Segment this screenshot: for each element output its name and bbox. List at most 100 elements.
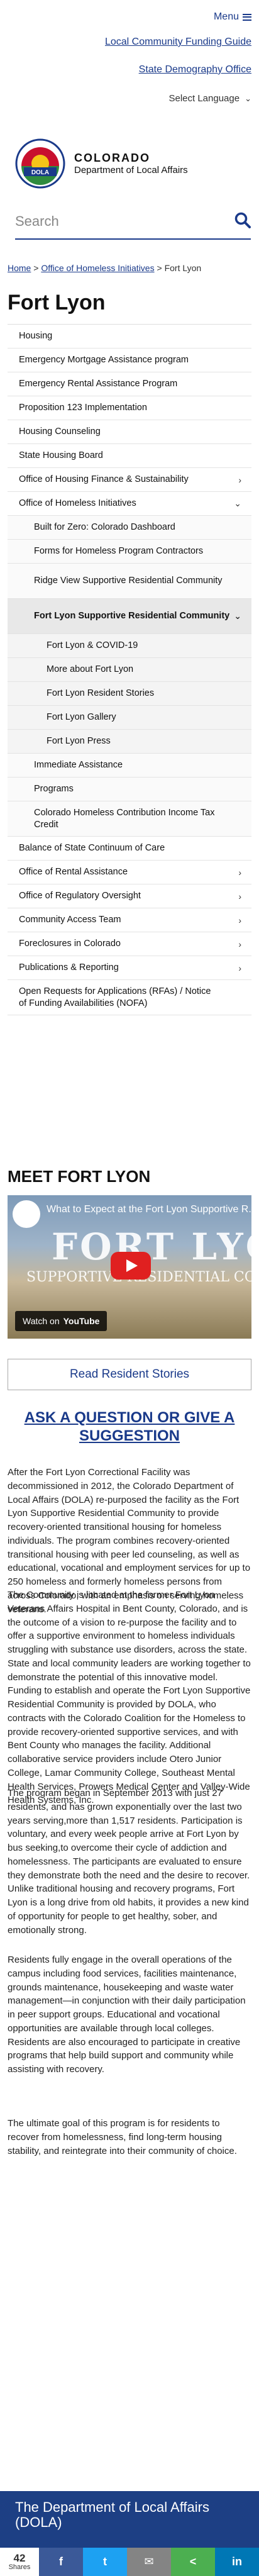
nav-item-state-housing-board[interactable]: State Housing Board xyxy=(8,444,251,468)
nav-item-label: Forms for Homeless Program Contractors xyxy=(34,546,204,557)
body-paragraph: The program began in September 2013 with… xyxy=(8,1788,250,1936)
twitter-share-button[interactable]: t xyxy=(83,2548,127,2576)
channel-logo-icon xyxy=(13,1200,40,1228)
nav-item-label: Programs xyxy=(34,784,74,795)
link-local-community-funding-guide[interactable]: Local Community Funding Guide xyxy=(105,36,251,48)
nav-item-office-of-housing-finance-sustainability[interactable]: Office of Housing Finance & Sustainabili… xyxy=(8,468,251,492)
section-navigation: Housing Emergency Mortgage Assistance pro… xyxy=(8,324,251,1015)
facebook-share-button[interactable]: f xyxy=(39,2548,83,2576)
nav-item-label: Fort Lyon Resident Stories xyxy=(47,688,155,699)
nav-item-fort-lyon-press[interactable]: Fort Lyon Press xyxy=(8,730,251,754)
footer-title: The Department of Local Affairs (DOLA) xyxy=(15,2499,209,2531)
logo-dept: Department of Local Affairs xyxy=(74,164,188,176)
nav-item-fort-lyon-resident-stories[interactable]: Fort Lyon Resident Stories xyxy=(8,682,251,706)
chevron-right-icon[interactable]: › xyxy=(238,891,241,901)
chevron-right-icon[interactable]: › xyxy=(238,867,241,878)
nav-item-proposition-123-implementation[interactable]: Proposition 123 Implementation xyxy=(8,396,251,420)
link-state-demography-office[interactable]: State Demography Office xyxy=(139,64,251,75)
chevron-down-icon[interactable]: ⌄ xyxy=(234,498,241,509)
breadcrumb-home[interactable]: Home xyxy=(8,263,31,273)
nav-item-more-about-fort-lyon[interactable]: More about Fort Lyon xyxy=(8,658,251,682)
search-icon[interactable] xyxy=(234,212,251,231)
nav-item-label: Community Access Team xyxy=(19,915,121,925)
menu-button[interactable]: Menu xyxy=(214,11,251,23)
chevron-right-icon[interactable]: › xyxy=(238,939,241,949)
nav-item-label: Balance of State Continuum of Care xyxy=(19,843,165,854)
utility-header: Menu Local Community Funding Guide State… xyxy=(0,0,259,104)
video-player[interactable]: What to Expect at the Fort Lyon Supporti… xyxy=(8,1195,251,1339)
play-icon[interactable] xyxy=(111,1252,151,1280)
linkedin-icon: in xyxy=(232,2555,242,2568)
nav-item-office-of-homeless-initiatives[interactable]: Office of Homeless Initiatives ⌄ xyxy=(8,492,251,516)
language-label: Select Language xyxy=(168,93,240,104)
chevron-down-icon: ⌄ xyxy=(245,93,251,103)
nav-item-label: Emergency Mortgage Assistance program xyxy=(19,355,189,365)
language-select[interactable]: Select Language ⌄ xyxy=(168,93,251,104)
nav-item-label: Foreclosures in Colorado xyxy=(19,939,121,949)
nav-item-community-access-team[interactable]: Community Access Team › xyxy=(8,908,251,932)
nav-item-ridge-view-supportive-residential-community[interactable]: Ridge View Supportive Residential Commun… xyxy=(8,564,251,599)
search-input[interactable] xyxy=(15,213,204,230)
nav-item-label: Office of Regulatory Oversight xyxy=(19,891,141,901)
nav-item-housing[interactable]: Housing xyxy=(8,325,251,348)
nav-item-office-of-regulatory-oversight[interactable]: Office of Regulatory Oversight › xyxy=(8,884,251,908)
breadcrumb-separator: > xyxy=(157,263,162,273)
site-logo[interactable]: DOLA COLORADO Department of Local Affair… xyxy=(15,138,188,189)
nav-item-label: Open Requests for Applications (RFAs) / … xyxy=(19,986,211,1008)
breadcrumb-parent[interactable]: Office of Homeless Initiatives xyxy=(41,263,154,273)
body-paragraph: The ultimate goal of this program is for… xyxy=(8,2118,237,2156)
nav-item-label: Fort Lyon Press xyxy=(47,736,111,747)
chevron-down-icon[interactable]: ⌄ xyxy=(234,611,241,622)
linkedin-share-button[interactable]: in xyxy=(215,2548,259,2576)
watch-on-youtube-button[interactable]: Watch on YouTube xyxy=(15,1311,107,1331)
nav-item-built-for-zero-colorado-dashboard[interactable]: Built for Zero: Colorado Dashboard xyxy=(8,516,251,540)
ask-question-link[interactable]: ASK A QUESTION OR GIVE A SUGGESTION xyxy=(8,1409,251,1446)
video-thumbnail-title: FORT LYON xyxy=(52,1225,251,1268)
email-share-button[interactable]: ✉ xyxy=(127,2548,171,2576)
hamburger-icon xyxy=(243,13,251,21)
page-title: Fort Lyon xyxy=(8,291,106,315)
twitter-icon: t xyxy=(103,2555,107,2568)
body-paragraph: The Community is located at the former F… xyxy=(8,1590,251,1806)
search-bar xyxy=(15,204,251,240)
nav-item-foreclosures-in-colorado[interactable]: Foreclosures in Colorado › xyxy=(8,932,251,956)
read-resident-stories-button[interactable]: Read Resident Stories xyxy=(8,1359,251,1390)
nav-item-label: Proposition 123 Implementation xyxy=(19,403,147,413)
nav-item-fort-lyon-supportive-residential-community[interactable]: Fort Lyon Supportive Residential Communi… xyxy=(8,599,251,634)
share-count-label: Shares xyxy=(8,2563,31,2571)
breadcrumb: Home > Office of Homeless Initiatives > … xyxy=(8,263,201,273)
nav-item-label: Office of Housing Finance & Sustainabili… xyxy=(19,474,189,485)
youtube-logo: YouTube xyxy=(63,1316,100,1326)
nav-item-label: Publications & Reporting xyxy=(19,962,119,973)
nav-item-fort-lyon-gallery[interactable]: Fort Lyon Gallery xyxy=(8,706,251,730)
chevron-right-icon[interactable]: › xyxy=(238,915,241,925)
nav-item-publications-reporting[interactable]: Publications & Reporting › xyxy=(8,956,251,980)
chevron-right-icon[interactable]: › xyxy=(238,475,241,485)
nav-item-office-of-rental-assistance[interactable]: Office of Rental Assistance › xyxy=(8,861,251,884)
sharethis-share-button[interactable]: < xyxy=(171,2548,215,2576)
nav-item-emergency-mortgage-assistance-program[interactable]: Emergency Mortgage Assistance program xyxy=(8,348,251,372)
nav-item-open-requests-for-applications-rfas-notice-of-funding-availabilities-nofa[interactable]: Open Requests for Applications (RFAs) / … xyxy=(8,980,251,1015)
menu-label: Menu xyxy=(213,11,239,22)
colorado-logo-icon: DOLA xyxy=(15,138,65,189)
nav-item-label: Fort Lyon Supportive Residential Communi… xyxy=(34,611,230,622)
chevron-right-icon[interactable]: › xyxy=(238,963,241,973)
nav-item-label: Fort Lyon Gallery xyxy=(47,712,116,723)
nav-item-immediate-assistance[interactable]: Immediate Assistance xyxy=(8,754,251,778)
nav-item-emergency-rental-assistance-program[interactable]: Emergency Rental Assistance Program xyxy=(8,372,251,396)
nav-item-label: More about Fort Lyon xyxy=(47,664,134,675)
logo-badge-text: DOLA xyxy=(31,169,49,176)
nav-item-label: Immediate Assistance xyxy=(34,760,123,771)
nav-item-programs[interactable]: Programs xyxy=(8,778,251,801)
nav-item-label: State Housing Board xyxy=(19,450,103,461)
video-title[interactable]: What to Expect at the Fort Lyon Supporti… xyxy=(47,1204,251,1215)
nav-item-colorado-homeless-contribution-income-tax-credit[interactable]: Colorado Homeless Contribution Income Ta… xyxy=(8,801,251,837)
nav-item-fort-lyon-covid-19[interactable]: Fort Lyon & COVID-19 xyxy=(8,634,251,658)
facebook-icon: f xyxy=(59,2555,63,2568)
nav-item-housing-counseling[interactable]: Housing Counseling xyxy=(8,420,251,444)
nav-item-balance-of-state-continuum-of-care[interactable]: Balance of State Continuum of Care xyxy=(8,837,251,861)
nav-item-label: Housing Counseling xyxy=(19,427,101,437)
nav-item-forms-for-homeless-program-contractors[interactable]: Forms for Homeless Program Contractors xyxy=(8,540,251,564)
share-count: 42 Shares xyxy=(0,2548,39,2576)
share-icon: < xyxy=(189,2555,197,2568)
